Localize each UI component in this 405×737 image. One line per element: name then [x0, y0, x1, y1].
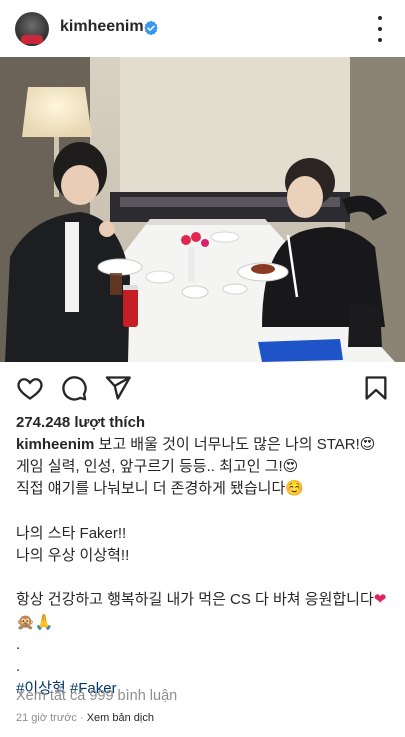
caption-line-6: 나의 우상 이상혁!!	[16, 547, 130, 564]
caption-username[interactable]: kimheenim	[16, 436, 94, 453]
caption-line-7	[16, 567, 396, 589]
caption-line-3: 직접 얘기를 나눠보니 더 존경하게 됐습니다☺️	[16, 480, 304, 498]
heart-icon[interactable]	[16, 374, 44, 402]
caption-line-8: 항상 건강하고 행복하길 내가 먹은 CS 다 바쳐 응원합니다❤	[16, 591, 387, 609]
caption-line-1: kimheenim 보고 배울 것이 너무나도 많은 나의 STAR!😍	[16, 436, 376, 453]
caption-line-2: 게임 실력, 인성, 앞구르기 등등.. 최고인 그!😍	[16, 458, 299, 476]
caption-line-11: .	[16, 658, 21, 675]
post-meta: 21 giờ trước · Xem bản dịch	[16, 712, 154, 724]
username[interactable]: kimheenim	[60, 18, 144, 36]
meta-separator: ·	[79, 712, 84, 724]
caption-line-9: 🙊🙏	[16, 613, 54, 631]
avatar[interactable]	[15, 12, 49, 46]
post-actions	[0, 362, 405, 412]
comment-icon[interactable]	[60, 374, 88, 402]
share-icon[interactable]	[104, 374, 132, 402]
caption-line-10: .	[16, 635, 21, 653]
caption-line-5: 나의 스타 Faker!!	[16, 524, 127, 542]
post-time: 21 giờ trước	[16, 712, 77, 724]
bookmark-icon[interactable]	[362, 374, 390, 402]
heart-emoji: ❤	[373, 591, 387, 609]
more-options-icon[interactable]	[370, 16, 390, 42]
view-comments-link[interactable]: Xem tất cả 999 bình luận	[16, 688, 177, 704]
caption-line-4	[16, 501, 396, 523]
post-photo[interactable]	[0, 57, 405, 362]
likes-count[interactable]: 274.248 lượt thích	[16, 414, 145, 431]
translate-link[interactable]: Xem bản dịch	[87, 712, 154, 724]
verified-badge-icon	[144, 20, 158, 36]
post-header: kimheenim	[0, 0, 405, 57]
post-caption: kimheenim 보고 배울 것이 너무나도 많은 나의 STAR!😍 게임 …	[16, 434, 396, 700]
photo-illustration	[0, 57, 405, 362]
